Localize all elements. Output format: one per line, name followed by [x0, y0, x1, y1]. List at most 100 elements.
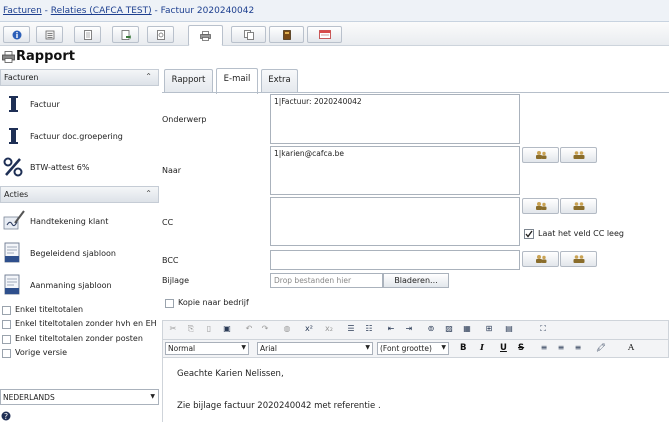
tab-email[interactable]: E-mail	[216, 68, 258, 94]
breadcrumb: Facturen - Relaties (CAFCA TEST) - Factu…	[0, 0, 669, 22]
checkbox-checked-icon[interactable]	[524, 229, 534, 239]
window-button[interactable]	[307, 26, 342, 43]
sidebar-item-handtekening[interactable]: Handtekening klant	[0, 206, 159, 237]
attachment-dropzone[interactable]: Drop bestanden hier	[270, 273, 383, 288]
to-label: Naar	[162, 166, 182, 175]
chevron-down-icon: ▼	[150, 393, 155, 400]
checkbox[interactable]	[2, 306, 11, 315]
book-button[interactable]	[269, 26, 304, 43]
cut-icon[interactable]: ✂	[167, 324, 179, 333]
outdent-icon[interactable]: ⇤	[385, 324, 397, 333]
sidebar-item-factuur[interactable]: Factuur	[0, 89, 159, 120]
undo-icon[interactable]: ↶	[243, 324, 255, 333]
editor-body[interactable]: Geachte Karien Nelissen, Zie bijlage fac…	[162, 358, 669, 422]
list-button[interactable]	[36, 26, 63, 43]
align-center-icon[interactable]: ≡	[555, 343, 567, 352]
document-arrow-button[interactable]	[112, 26, 139, 43]
to-field[interactable]: 1|karien@cafca.be	[270, 146, 520, 195]
copy-icon[interactable]: ⎘	[185, 324, 197, 334]
invoice-icon	[9, 128, 18, 144]
font-color-button[interactable]: A	[628, 343, 634, 353]
section-label: Facturen	[4, 73, 39, 82]
font-value: Arial	[260, 344, 277, 353]
size-value: (Font grootte)	[380, 344, 432, 353]
indent-icon[interactable]: ⇥	[403, 324, 415, 333]
italic-button[interactable]: I	[480, 343, 484, 353]
align-right-icon[interactable]: ≡	[572, 343, 584, 352]
bcc-field[interactable]	[270, 250, 520, 270]
section-label: Acties	[4, 190, 29, 199]
breadcrumb-relaties-link[interactable]: Relaties (CAFCA TEST)	[51, 6, 152, 16]
copy-button[interactable]	[231, 26, 266, 43]
subject-field[interactable]: 1|Factuur: 2020240042	[270, 94, 520, 144]
tab-extra[interactable]: Extra	[261, 69, 298, 93]
tab-rapport[interactable]: Rapport	[164, 69, 213, 93]
group-icon	[573, 202, 584, 210]
font-family-select[interactable]: Arial ▼	[257, 342, 373, 355]
sidebar-item-begeleidend-sjabloon[interactable]: Begeleidend sjabloon	[0, 238, 159, 269]
option-label: Vorige versie	[15, 348, 68, 357]
redo-icon[interactable]: ↷	[259, 324, 271, 333]
table-icon[interactable]: ⊞	[483, 324, 495, 333]
acties-section-header[interactable]: Acties ⌃	[0, 186, 159, 203]
image-icon[interactable]: ▨	[443, 324, 455, 333]
sidebar-item-factuur-docgroepering[interactable]: Factuur doc.groepering	[0, 121, 159, 152]
format-value: Normal	[168, 344, 196, 353]
underline-button[interactable]: U	[500, 343, 507, 353]
spellcheck-icon[interactable]: ◍	[281, 324, 293, 333]
svg-text:?: ?	[4, 412, 8, 421]
cc-field[interactable]	[270, 197, 520, 246]
browse-button[interactable]: Bladeren...	[383, 273, 449, 288]
copy-company-label: Kopie naar bedrijf	[178, 298, 249, 307]
highlight-color-icon[interactable]: 🖍	[595, 343, 607, 352]
paste-icon[interactable]: ▯	[203, 324, 215, 333]
checkbox[interactable]	[2, 320, 11, 329]
document-lines-button[interactable]	[147, 26, 174, 43]
body-line: Zie bijlage factuur 2020240042 met refer…	[177, 401, 381, 411]
list-icon	[45, 30, 54, 39]
group-icon	[573, 151, 584, 159]
document-button[interactable]	[74, 26, 101, 43]
bullet-list-icon[interactable]: ☰	[345, 324, 357, 333]
checkbox[interactable]	[2, 335, 11, 344]
cc-add-contact-button[interactable]	[522, 198, 559, 214]
add-contact-button[interactable]	[522, 147, 559, 163]
option-label: Enkel titeltotalen zonder posten	[15, 334, 143, 343]
chevron-up-icon: ⌃	[145, 189, 152, 198]
source-icon[interactable]: ▤	[503, 324, 515, 333]
superscript-icon[interactable]: x²	[303, 324, 315, 333]
strikethrough-button[interactable]: S	[518, 343, 524, 353]
facturen-section-header[interactable]: Facturen ⌃	[0, 69, 159, 86]
fullscreen-icon[interactable]: ⛶	[537, 324, 549, 334]
document-icon	[83, 29, 92, 40]
print-tab-button[interactable]	[188, 25, 223, 46]
breadcrumb-facturen-link[interactable]: Facturen	[3, 6, 42, 16]
numbered-list-icon[interactable]: ☷	[363, 324, 375, 333]
breadcrumb-separator: -	[41, 6, 51, 16]
help-icon[interactable]: ?	[1, 411, 11, 421]
sidebar-item-btw-attest[interactable]: BTW-attest 6%	[0, 152, 159, 183]
bold-button[interactable]: B	[460, 343, 466, 353]
cc-label: CC	[162, 218, 174, 227]
subscript-icon[interactable]: x₂	[323, 324, 335, 333]
add-group-button[interactable]	[560, 147, 597, 163]
paragraph-format-select[interactable]: Normal ▼	[165, 342, 249, 355]
sidebar-item-label: Handtekening klant	[30, 217, 109, 226]
checkbox[interactable]	[2, 349, 11, 358]
paste-text-icon[interactable]: ▣	[221, 324, 233, 333]
sidebar-item-aanmaning-sjabloon[interactable]: Aanmaning sjabloon	[0, 270, 159, 301]
option-label: Enkel titeltotalen	[15, 305, 84, 314]
contact-icon	[535, 255, 546, 263]
document-arrow-icon	[121, 29, 131, 40]
tab-label: Rapport	[171, 75, 206, 85]
link-icon[interactable]: ⊚	[425, 324, 437, 333]
cc-add-group-button[interactable]	[560, 198, 597, 214]
bcc-add-group-button[interactable]	[560, 251, 597, 267]
font-size-select[interactable]: (Font grootte) ▼	[377, 342, 449, 355]
bcc-add-contact-button[interactable]	[522, 251, 559, 267]
info-button[interactable]	[3, 26, 30, 43]
checkbox[interactable]	[165, 299, 174, 308]
media-icon[interactable]: ▦	[461, 324, 473, 333]
language-select[interactable]: NEDERLANDS ▼	[0, 389, 159, 405]
align-left-icon[interactable]: ≡	[538, 343, 550, 352]
